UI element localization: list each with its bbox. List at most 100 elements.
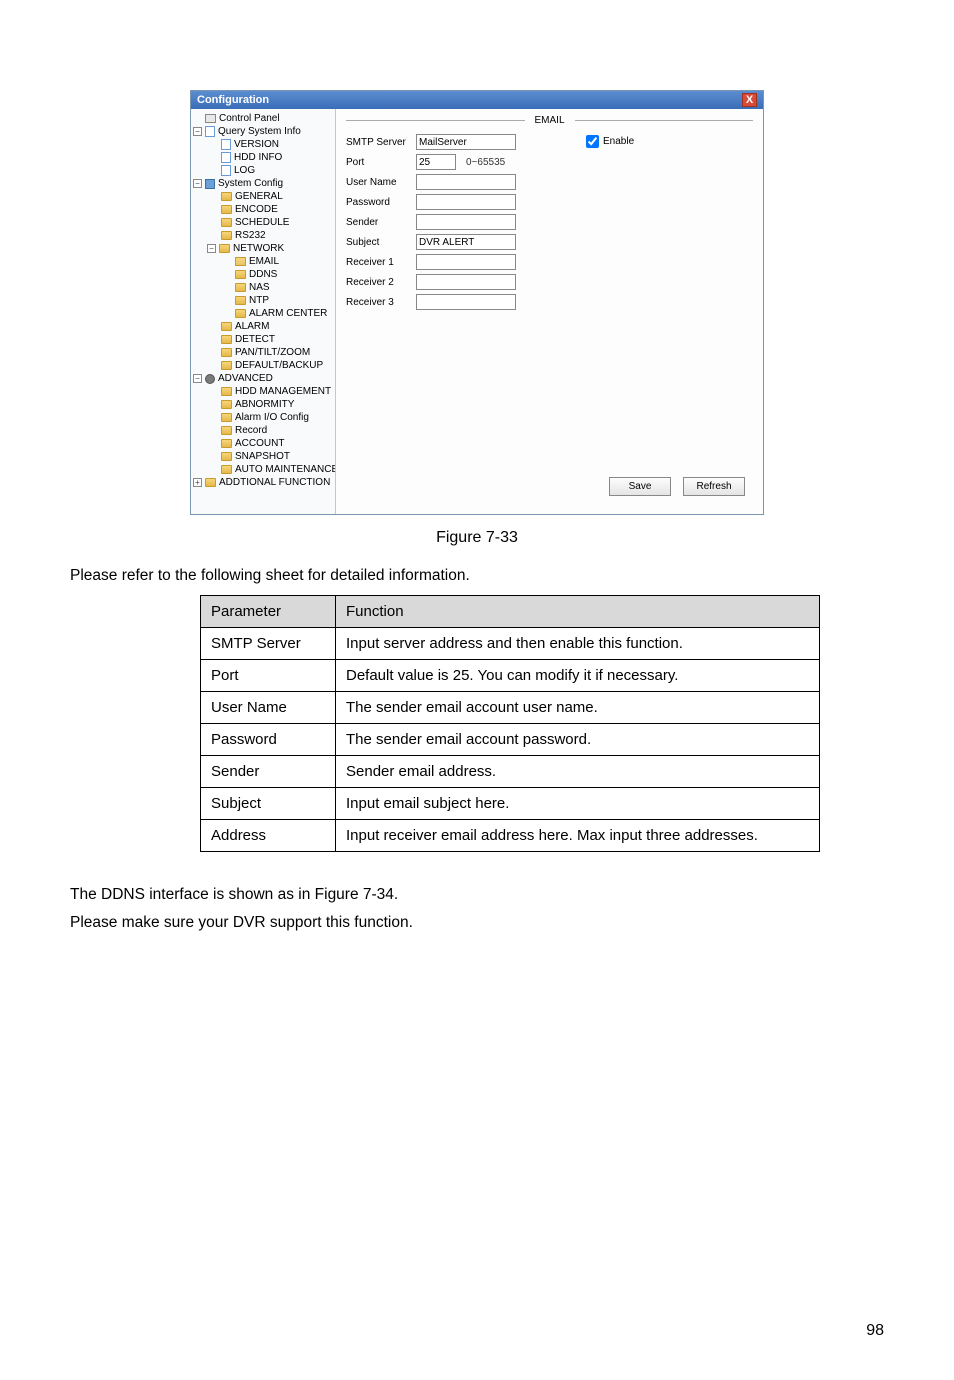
folder-icon xyxy=(221,452,232,461)
tree-rs232[interactable]: RS232 xyxy=(193,229,333,242)
table-row: User NameThe sender email account user n… xyxy=(201,692,820,724)
tree-ptz[interactable]: PAN/TILT/ZOOM xyxy=(193,346,333,359)
table-row: SubjectInput email subject here. xyxy=(201,788,820,820)
window-title: Configuration xyxy=(197,94,269,106)
table-row: PasswordThe sender email account passwor… xyxy=(201,724,820,756)
parameter-table: Parameter Function SMTP ServerInput serv… xyxy=(200,595,820,852)
tree-snapshot[interactable]: SNAPSHOT xyxy=(193,450,333,463)
folder-icon xyxy=(221,205,232,214)
doc-icon xyxy=(205,126,215,137)
label-password: Password xyxy=(346,197,416,208)
tree-hdd-management[interactable]: HDD MANAGEMENT xyxy=(193,385,333,398)
tree-encode[interactable]: ENCODE xyxy=(193,203,333,216)
folder-icon xyxy=(221,322,232,331)
folder-icon xyxy=(221,400,232,409)
receiver1-input[interactable] xyxy=(416,254,516,270)
folder-icon xyxy=(235,296,246,305)
tree-additional-function[interactable]: +ADDTIONAL FUNCTION xyxy=(193,476,333,489)
tree-alarm-center[interactable]: ALARM CENTER xyxy=(193,307,333,320)
label-username: User Name xyxy=(346,177,416,188)
folder-icon xyxy=(221,218,232,227)
folder-icon xyxy=(235,283,246,292)
configuration-window: Configuration X Control Panel −Query Sys… xyxy=(190,90,764,515)
table-row: SenderSender email address. xyxy=(201,756,820,788)
folder-icon xyxy=(221,426,232,435)
expand-icon[interactable]: + xyxy=(193,478,202,487)
folder-icon xyxy=(221,465,232,474)
folder-icon xyxy=(221,192,232,201)
tree-log[interactable]: LOG xyxy=(193,164,333,177)
enable-checkbox[interactable] xyxy=(586,135,599,148)
subject-input[interactable] xyxy=(416,234,516,250)
password-input[interactable] xyxy=(416,194,516,210)
folder-icon xyxy=(235,270,246,279)
receiver2-input[interactable] xyxy=(416,274,516,290)
refresh-button[interactable]: Refresh xyxy=(683,477,745,496)
tree-advanced[interactable]: −ADVANCED xyxy=(193,372,333,385)
after-text-1: The DDNS interface is shown as in Figure… xyxy=(70,886,884,904)
tree-control-panel[interactable]: Control Panel xyxy=(193,112,333,125)
label-port: Port xyxy=(346,157,416,168)
username-input[interactable] xyxy=(416,174,516,190)
label-receiver2: Receiver 2 xyxy=(346,277,416,288)
tree-version[interactable]: VERSION xyxy=(193,138,333,151)
nav-tree: Control Panel −Query System Info VERSION… xyxy=(191,109,336,514)
tree-auto-maintenance[interactable]: AUTO MAINTENANCE xyxy=(193,463,333,476)
email-config-panel: EMAIL SMTP Server Port 0~65535 User Name… xyxy=(336,109,763,514)
sender-input[interactable] xyxy=(416,214,516,230)
header-parameter: Parameter xyxy=(201,596,336,628)
doc-icon xyxy=(221,152,231,163)
folder-icon xyxy=(221,335,232,344)
tree-general[interactable]: GENERAL xyxy=(193,190,333,203)
label-enable: Enable xyxy=(603,136,634,147)
header-function: Function xyxy=(336,596,820,628)
gear-icon xyxy=(205,374,215,384)
tree-schedule[interactable]: SCHEDULE xyxy=(193,216,333,229)
collapse-icon[interactable]: − xyxy=(193,374,202,383)
close-icon[interactable]: X xyxy=(742,93,757,107)
tree-account[interactable]: ACCOUNT xyxy=(193,437,333,450)
tree-system-config[interactable]: −System Config xyxy=(193,177,333,190)
table-row: AddressInput receiver email address here… xyxy=(201,820,820,852)
titlebar: Configuration X xyxy=(191,91,763,109)
folder-icon xyxy=(221,348,232,357)
receiver3-input[interactable] xyxy=(416,294,516,310)
label-sender: Sender xyxy=(346,217,416,228)
label-subject: Subject xyxy=(346,237,416,248)
tree-alarm[interactable]: ALARM xyxy=(193,320,333,333)
folder-icon xyxy=(221,413,232,422)
tree-abnormity[interactable]: ABNORMITY xyxy=(193,398,333,411)
table-header-row: Parameter Function xyxy=(201,596,820,628)
collapse-icon[interactable]: − xyxy=(193,179,202,188)
label-smtp: SMTP Server xyxy=(346,137,416,148)
figure-caption: Figure 7-33 xyxy=(70,529,884,547)
tree-record[interactable]: Record xyxy=(193,424,333,437)
tree-nas[interactable]: NAS xyxy=(193,281,333,294)
tree-ddns[interactable]: DDNS xyxy=(193,268,333,281)
tree-email[interactable]: EMAIL xyxy=(193,255,333,268)
table-row: SMTP ServerInput server address and then… xyxy=(201,628,820,660)
doc-icon xyxy=(221,165,231,176)
tree-ntp[interactable]: NTP xyxy=(193,294,333,307)
smtp-server-input[interactable] xyxy=(416,134,516,150)
folder-icon xyxy=(235,309,246,318)
doc-icon xyxy=(221,139,231,150)
panel-title: EMAIL xyxy=(525,115,575,126)
folder-open-icon xyxy=(235,257,246,266)
page-number: 98 xyxy=(70,1322,884,1340)
after-text-2: Please make sure your DVR support this f… xyxy=(70,914,884,932)
tree-alarm-io[interactable]: Alarm I/O Config xyxy=(193,411,333,424)
tree-network[interactable]: −NETWORK xyxy=(193,242,333,255)
label-receiver3: Receiver 3 xyxy=(346,297,416,308)
tree-detect[interactable]: DETECT xyxy=(193,333,333,346)
tree-default-backup[interactable]: DEFAULT/BACKUP xyxy=(193,359,333,372)
tree-query-system-info[interactable]: −Query System Info xyxy=(193,125,333,138)
folder-icon xyxy=(205,478,216,487)
save-button[interactable]: Save xyxy=(609,477,671,496)
port-input[interactable] xyxy=(416,154,456,170)
folder-icon xyxy=(219,244,230,253)
tree-hdd-info[interactable]: HDD INFO xyxy=(193,151,333,164)
collapse-icon[interactable]: − xyxy=(207,244,216,253)
tool-icon xyxy=(205,179,215,189)
collapse-icon[interactable]: − xyxy=(193,127,202,136)
